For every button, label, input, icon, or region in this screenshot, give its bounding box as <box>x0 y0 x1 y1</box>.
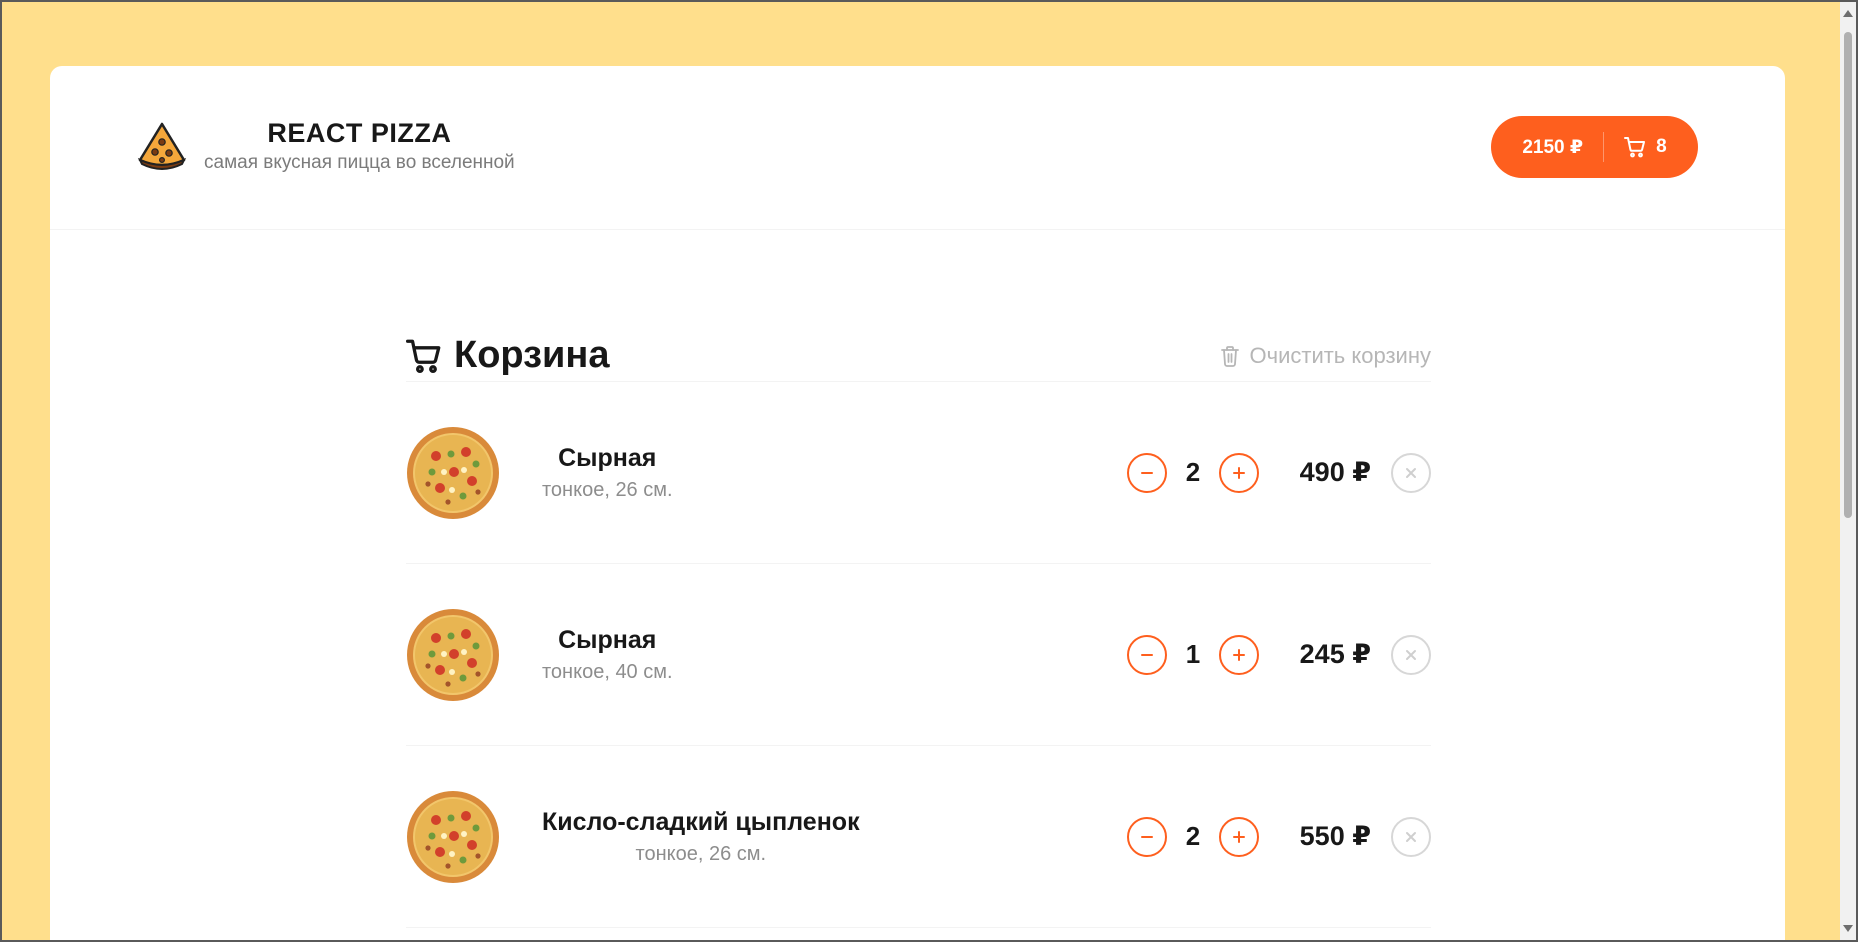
scroll-up-arrow-icon[interactable] <box>1843 10 1853 17</box>
minus-icon <box>1141 835 1153 838</box>
remove-item-button[interactable] <box>1391 634 1431 675</box>
cart-header: Корзина Очистить корзину <box>406 334 1431 382</box>
decrease-button[interactable] <box>1127 816 1167 857</box>
item-info: Сырная тонкое, 26 см. <box>542 444 673 502</box>
item-price: 490 ₽ <box>1299 457 1371 487</box>
cart-title: Корзина <box>406 334 609 377</box>
cart-section: Корзина Очистить корзину Сырная тонкое, … <box>406 334 1431 928</box>
remove-item-button[interactable] <box>1391 816 1431 857</box>
item-name: Сырная <box>558 443 657 472</box>
page-container: REACT PIZZA самая вкусная пицца во вселе… <box>50 66 1785 942</box>
cart-total: 2150 ₽ <box>1522 136 1584 158</box>
header: REACT PIZZA самая вкусная пицца во вселе… <box>50 66 1785 230</box>
close-icon <box>1406 649 1416 660</box>
close-icon <box>1406 831 1416 842</box>
item-price: 245 ₽ <box>1299 639 1371 669</box>
decrease-button[interactable] <box>1127 634 1167 675</box>
cart-items: Сырная тонкое, 26 см. 2 490 ₽ Сырная тон… <box>406 382 1431 928</box>
item-description: тонкое, 26 см. <box>635 842 767 865</box>
item-info: Кисло-сладкий цыпленок тонкое, 26 см. <box>542 808 860 866</box>
cart-title-text: Корзина <box>454 334 610 376</box>
scrollbar[interactable] <box>1840 2 1856 940</box>
clear-cart-label: Очистить корзину <box>1249 342 1432 368</box>
scrollbar-thumb[interactable] <box>1844 32 1852 518</box>
logo-text: REACT PIZZA самая вкусная пицца во вселе… <box>204 118 515 174</box>
close-icon <box>1406 467 1416 478</box>
pizza-image <box>407 426 499 519</box>
item-name: Кисло-сладкий цыпленок <box>542 807 860 836</box>
item-description: тонкое, 26 см. <box>542 478 673 501</box>
cart-icon <box>406 339 441 373</box>
scroll-down-arrow-icon[interactable] <box>1843 925 1853 932</box>
cart-icon <box>1624 137 1646 158</box>
item-controls: 2 490 ₽ <box>1127 452 1431 493</box>
site-subtitle: самая вкусная пицца во вселенной <box>204 152 515 173</box>
plus-icon <box>1233 830 1245 843</box>
item-quantity: 2 <box>1185 821 1201 851</box>
item-name: Сырная <box>558 625 657 654</box>
item-controls: 2 550 ₽ <box>1127 816 1431 857</box>
increase-button[interactable] <box>1219 634 1259 675</box>
site-title: REACT PIZZA <box>267 118 452 148</box>
cart-count: 8 <box>1656 136 1667 157</box>
minus-icon <box>1141 653 1153 656</box>
cart-count-wrap: 8 <box>1604 136 1667 158</box>
item-info: Сырная тонкое, 40 см. <box>542 626 673 684</box>
plus-icon <box>1233 648 1245 661</box>
plus-icon <box>1233 466 1245 479</box>
pizza-image <box>407 790 499 883</box>
clear-cart-button[interactable]: Очистить корзину <box>1220 342 1432 369</box>
pizza-slice-icon <box>137 122 187 170</box>
cart-button[interactable]: 2150 ₽ 8 <box>1491 116 1698 178</box>
cart-item: Сырная тонкое, 26 см. 2 490 ₽ <box>406 382 1431 564</box>
trash-icon <box>1220 345 1239 367</box>
increase-button[interactable] <box>1219 452 1259 493</box>
pizza-image <box>407 608 499 701</box>
item-price: 550 ₽ <box>1299 821 1371 851</box>
remove-item-button[interactable] <box>1391 452 1431 493</box>
cart-item: Сырная тонкое, 40 см. 1 245 ₽ <box>406 564 1431 746</box>
item-controls: 1 245 ₽ <box>1127 634 1431 675</box>
item-quantity: 2 <box>1185 457 1201 487</box>
item-quantity: 1 <box>1185 639 1201 669</box>
item-description: тонкое, 40 см. <box>542 660 673 683</box>
minus-icon <box>1141 471 1153 474</box>
increase-button[interactable] <box>1219 816 1259 857</box>
decrease-button[interactable] <box>1127 452 1167 493</box>
logo[interactable]: REACT PIZZA самая вкусная пицца во вселе… <box>136 118 515 174</box>
cart-item: Кисло-сладкий цыпленок тонкое, 26 см. 2 … <box>406 746 1431 928</box>
